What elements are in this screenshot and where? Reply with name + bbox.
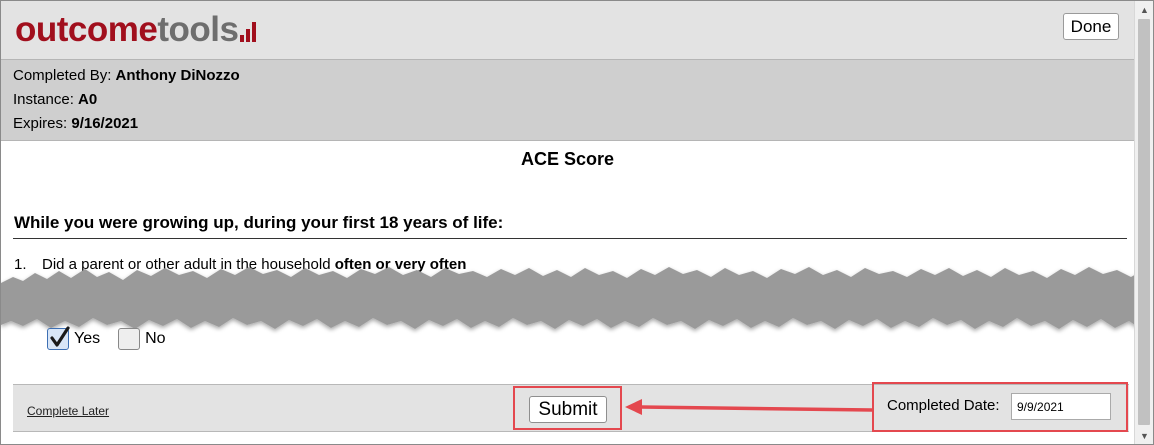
completed-by-value: Anthony DiNozzo xyxy=(115,67,240,84)
expires-row: Expires: 9/16/2021 xyxy=(13,115,138,132)
completed-by-label: Completed By: xyxy=(13,67,116,84)
section-heading: While you were growing up, during your f… xyxy=(14,213,504,232)
completed-date-input[interactable] xyxy=(1011,393,1111,420)
expires-label: Expires: xyxy=(13,115,72,132)
outcometools-logo: outcometools xyxy=(15,8,258,52)
instance-value: A0 xyxy=(78,91,98,108)
answer-options: Yes No xyxy=(47,326,184,350)
expires-value: 9/16/2021 xyxy=(71,115,139,132)
no-label: No xyxy=(145,330,166,347)
completed-date-highlight-box: Completed Date: xyxy=(872,382,1128,432)
scroll-down-arrow-icon[interactable]: ▼ xyxy=(1135,427,1153,444)
completed-by-row: Completed By: Anthony DiNozzo xyxy=(13,67,240,84)
app-window: outcometools Done Completed By: Anthony … xyxy=(0,0,1154,445)
form-footer: Complete Later Submit Completed Date: xyxy=(13,382,1129,432)
complete-later-link[interactable]: Complete Later xyxy=(27,404,109,418)
bar-chart-logo-icon xyxy=(240,22,258,42)
checkmark-icon xyxy=(50,326,70,347)
scroll-up-arrow-icon[interactable]: ▲ xyxy=(1135,1,1153,18)
submit-highlight-box: Submit xyxy=(513,386,622,430)
instance-row: Instance: A0 xyxy=(13,91,97,108)
done-button[interactable]: Done xyxy=(1063,13,1119,40)
submit-button[interactable]: Submit xyxy=(529,396,607,423)
completed-date-label: Completed Date: xyxy=(887,397,1000,414)
yes-checkbox[interactable] xyxy=(47,326,70,350)
section-divider xyxy=(13,238,1127,239)
no-checkbox[interactable] xyxy=(118,328,141,350)
yes-label: Yes xyxy=(74,330,101,347)
app-header: outcometools Done xyxy=(1,1,1134,59)
instance-label: Instance: xyxy=(13,91,79,108)
page-title: ACE Score xyxy=(520,149,615,169)
vertical-scrollbar[interactable]: ▲ ▼ xyxy=(1134,1,1153,444)
assessment-info-panel: Completed By: Anthony DiNozzo Instance: … xyxy=(1,59,1134,141)
scrollbar-thumb[interactable] xyxy=(1138,19,1150,425)
